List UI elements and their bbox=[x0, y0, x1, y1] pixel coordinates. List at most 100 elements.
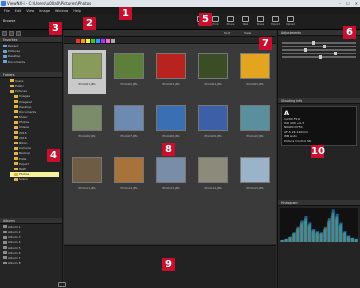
web-icon bbox=[242, 16, 249, 22]
histogram-bar bbox=[320, 232, 324, 242]
title-bar: ViewNX-i - C:\Users\u00a0\Pictures\Photo… bbox=[0, 0, 360, 7]
adjust-slider[interactable] bbox=[282, 51, 356, 55]
map-icon[interactable] bbox=[58, 282, 66, 287]
thumbnail[interactable]: Photo01.JPG bbox=[68, 50, 106, 94]
favorite-item[interactable]: Documents bbox=[3, 60, 59, 65]
thumbnail[interactable]: Photo08.JPG bbox=[152, 102, 190, 146]
thumbnail[interactable]: Photo10.JPG bbox=[236, 102, 274, 146]
thumbnail-image bbox=[72, 53, 102, 79]
maximize-button[interactable]: ☐ bbox=[346, 0, 350, 7]
thumbnail-image bbox=[114, 105, 144, 131]
folder-icon bbox=[10, 89, 14, 93]
folder-icon bbox=[14, 110, 18, 114]
marker-6: 6 bbox=[343, 26, 356, 39]
print-icon bbox=[212, 16, 219, 22]
toolbar-web-button[interactable]: Web bbox=[240, 16, 251, 28]
album-icon bbox=[3, 246, 7, 249]
label-red-swatch[interactable] bbox=[76, 39, 80, 43]
label-blue-swatch[interactable] bbox=[96, 39, 100, 43]
color-label-filter-bar bbox=[64, 37, 276, 44]
histogram-bar bbox=[292, 232, 296, 242]
folder-icon bbox=[3, 49, 7, 53]
minimize-button[interactable]: – bbox=[339, 0, 341, 7]
thumbnail-caption: Photo11.JPG bbox=[78, 186, 96, 190]
close-button[interactable]: ✕ bbox=[355, 0, 358, 7]
folder-icon bbox=[14, 100, 18, 103]
app-logo-icon bbox=[1, 1, 6, 6]
thumbnail[interactable]: Photo11.JPG bbox=[68, 154, 106, 198]
favorites-tab[interactable] bbox=[2, 31, 7, 36]
toolbar-movie-button[interactable]: Movie bbox=[225, 16, 236, 28]
menu-window[interactable]: Window bbox=[55, 9, 68, 13]
toolbar-upload-button[interactable]: Upload bbox=[285, 16, 296, 28]
folder-icon bbox=[14, 172, 18, 176]
thumbnail[interactable]: Photo12.JPG bbox=[110, 154, 148, 198]
window-controls: – ☐ ✕ bbox=[339, 0, 358, 7]
exposure-mode: A bbox=[284, 108, 290, 117]
folder-icon bbox=[14, 126, 18, 129]
marker-3: 3 bbox=[49, 22, 62, 35]
adjust-slider[interactable] bbox=[282, 41, 356, 45]
adjust-slider[interactable] bbox=[282, 48, 356, 52]
thumbnail[interactable]: Photo04.JPG bbox=[194, 50, 232, 94]
thumbnail[interactable]: Photo07.JPG bbox=[110, 102, 148, 146]
thumbnail[interactable]: Photo03.JPG bbox=[152, 50, 190, 94]
view-label[interactable]: View bbox=[244, 31, 251, 35]
histogram-bar bbox=[351, 237, 355, 242]
folder-tree: Users Public Pictures Images Images2 Desktop D… bbox=[0, 78, 62, 218]
toolbar-export-button[interactable]: Export bbox=[270, 16, 281, 28]
thumbnail[interactable]: Photo02.JPG bbox=[110, 50, 148, 94]
histogram-header[interactable]: Histogram bbox=[278, 199, 360, 206]
folder-icon bbox=[14, 136, 18, 140]
right-panel: Adjustments Shooting Info A 1/200 F5.6 I… bbox=[277, 30, 360, 288]
thumbnail-image bbox=[156, 53, 186, 79]
thumbnail-caption: Photo04.JPG bbox=[204, 82, 222, 86]
album-icon bbox=[3, 256, 7, 260]
thumbnail[interactable]: Photo05.JPG bbox=[236, 50, 274, 94]
adjust-slider[interactable] bbox=[282, 55, 356, 59]
browse-mode-label[interactable]: Browse bbox=[3, 19, 15, 23]
folder-icon bbox=[14, 141, 18, 145]
folder-icon bbox=[14, 151, 18, 155]
menu-view[interactable]: View bbox=[26, 9, 34, 13]
filter-bar: Sort View bbox=[64, 30, 276, 37]
label-yellow-swatch[interactable] bbox=[86, 39, 90, 43]
album-icon bbox=[3, 240, 7, 244]
menu-file[interactable]: File bbox=[4, 9, 10, 13]
album-icon bbox=[3, 235, 7, 239]
thumbnail[interactable]: Photo14.JPG bbox=[194, 154, 232, 198]
thumbnail[interactable]: Photo15.JPG bbox=[236, 154, 274, 198]
thumbnail[interactable]: Photo09.JPG bbox=[194, 102, 232, 146]
folder-icon bbox=[10, 84, 14, 88]
label-purple-swatch[interactable] bbox=[101, 39, 105, 43]
histogram-bar bbox=[296, 226, 300, 242]
menu-help[interactable]: Help bbox=[73, 9, 81, 13]
marker-9: 9 bbox=[162, 258, 175, 271]
toolbar-share-button[interactable]: Share bbox=[255, 16, 266, 28]
folders-tab[interactable] bbox=[9, 31, 14, 36]
menu-image[interactable]: Image bbox=[39, 9, 50, 13]
label-orange-swatch[interactable] bbox=[81, 39, 85, 43]
folder-icon bbox=[14, 157, 18, 160]
marker-8: 8 bbox=[162, 143, 175, 156]
adjust-slider[interactable] bbox=[282, 44, 356, 48]
label-pink-swatch[interactable] bbox=[106, 39, 110, 43]
folder-icon bbox=[3, 60, 7, 63]
sort-label[interactable]: Sort bbox=[224, 31, 230, 35]
histogram-bar bbox=[300, 220, 304, 242]
thumbnail[interactable]: Photo13.JPG bbox=[152, 154, 190, 198]
menu-edit[interactable]: Edit bbox=[15, 9, 22, 13]
adjustment-sliders bbox=[278, 36, 360, 59]
label-green-swatch[interactable] bbox=[91, 39, 95, 43]
thumbnail[interactable]: Photo06.JPG bbox=[68, 102, 106, 146]
folder-tree-item[interactable]: Scans bbox=[10, 177, 59, 182]
album-icon bbox=[3, 251, 7, 255]
label-gray-swatch[interactable] bbox=[111, 39, 115, 43]
album-item[interactable]: Album 8 bbox=[3, 261, 59, 266]
thumbnail-caption: Photo10.JPG bbox=[246, 134, 264, 138]
menu-bar: File Edit View Image Window Help bbox=[0, 7, 360, 14]
albums-tab[interactable] bbox=[16, 31, 21, 36]
histogram-bar bbox=[284, 238, 289, 242]
shooting-info-header[interactable]: Shooting Info bbox=[278, 97, 360, 104]
folder-icon bbox=[14, 115, 18, 119]
